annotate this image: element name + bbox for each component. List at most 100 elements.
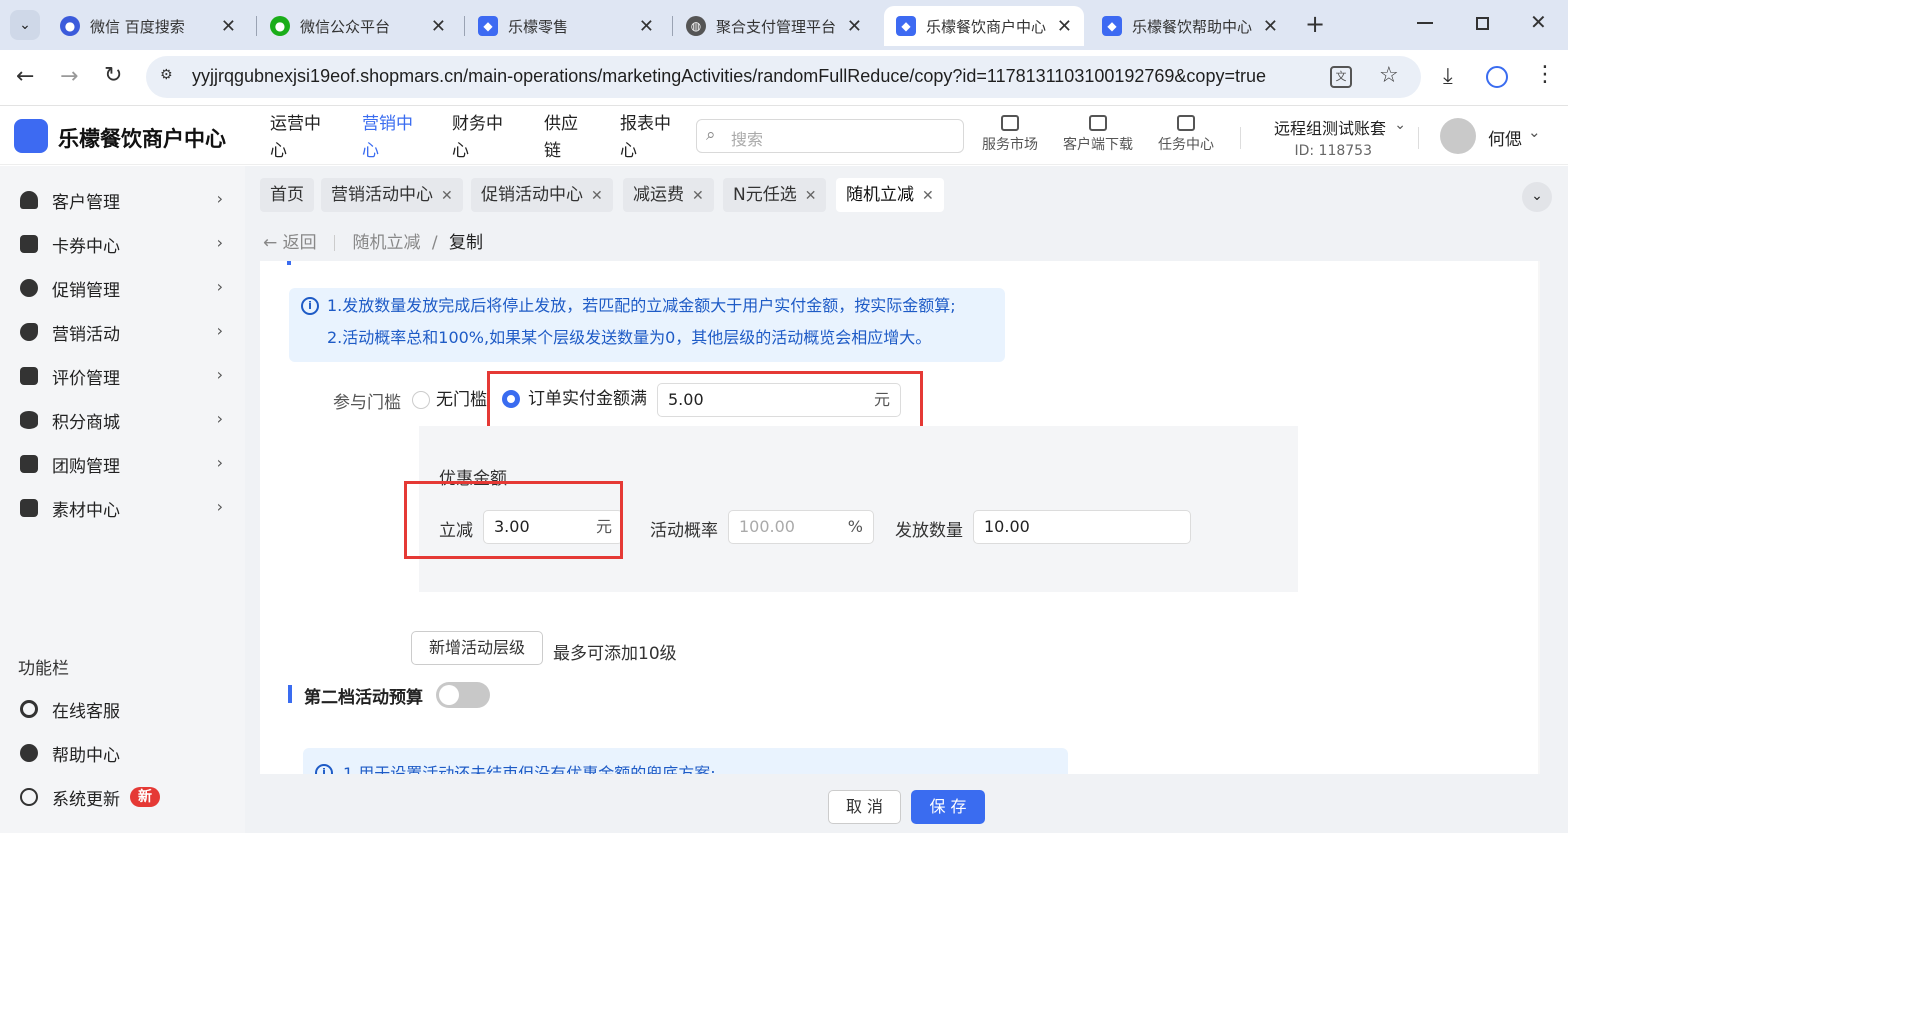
page-tab-marketing-center[interactable]: 营销活动中心 ✕: [321, 178, 463, 212]
save-button[interactable]: 保 存: [911, 790, 985, 824]
sidebar-item-points-mall[interactable]: 积分商城 ›: [0, 400, 245, 440]
restore-icon[interactable]: [1476, 17, 1489, 30]
task-center-button[interactable]: 任务中心: [1154, 115, 1218, 154]
close-icon[interactable]: ✕: [692, 188, 704, 204]
menu-icon[interactable]: ⋮: [1534, 62, 1556, 87]
tabs-dropdown-button[interactable]: ⌄: [1522, 182, 1552, 212]
user-name[interactable]: 何偲: [1488, 125, 1522, 150]
sidebar-item-customers[interactable]: 客户管理 ›: [0, 180, 245, 220]
account-switcher[interactable]: 远程组测试账套 ID: 118753 ⌄: [1262, 115, 1406, 159]
sidebar-item-label: 帮助中心: [52, 745, 120, 766]
nav-finance[interactable]: 财务中心: [452, 111, 510, 165]
site-info-icon[interactable]: ⚙: [160, 67, 178, 85]
search-input[interactable]: ⌕ 搜索: [696, 119, 964, 153]
page-tab-label: 促销活动中心: [481, 185, 583, 205]
nav-supply-chain[interactable]: 供应链: [544, 111, 584, 165]
page-tab-home[interactable]: 首页: [260, 178, 314, 212]
close-icon[interactable]: ✕: [1057, 16, 1072, 37]
translate-icon[interactable]: 文: [1330, 66, 1352, 88]
profile-icon[interactable]: [1486, 66, 1508, 88]
highlight-box: [404, 481, 623, 559]
tab-list-icon[interactable]: ⌄: [10, 10, 40, 40]
nav-operations[interactable]: 运营中心: [270, 111, 328, 165]
tag-icon: [20, 323, 38, 341]
minimize-icon[interactable]: [1417, 22, 1433, 24]
online-support[interactable]: 在线客服: [0, 689, 245, 729]
page-tab-random-reduce[interactable]: 随机立减 ✕: [836, 178, 944, 212]
bookmark-star-icon[interactable]: ☆: [1379, 63, 1399, 88]
nav-marketing[interactable]: 营销中心: [362, 111, 420, 165]
reload-icon[interactable]: ↻: [104, 63, 122, 88]
nav-reports[interactable]: 报表中心: [620, 111, 678, 165]
browser-tab-help[interactable]: ◆ 乐檬餐饮帮助中心 ✕: [1090, 6, 1290, 46]
cancel-button[interactable]: 取 消: [828, 790, 901, 824]
page-tab-promotion-center[interactable]: 促销活动中心 ✕: [471, 178, 613, 212]
avatar[interactable]: [1440, 118, 1476, 154]
page-tab-label: 减运费: [633, 185, 684, 205]
quantity-input[interactable]: 10.00: [973, 510, 1191, 544]
radio-label: 无门槛: [436, 390, 487, 410]
breadcrumb-parent[interactable]: 随机立减: [352, 233, 420, 253]
chevron-down-icon[interactable]: ⌄: [1528, 123, 1541, 141]
close-icon[interactable]: ✕: [221, 16, 236, 37]
browser-tab-wechat[interactable]: ● 微信公众平台 ✕: [258, 6, 458, 46]
page-tab-label: 首页: [270, 185, 304, 205]
input-placeholder: 100.00: [739, 517, 795, 536]
chevron-right-icon: ›: [216, 409, 223, 428]
help-icon: [20, 744, 38, 762]
system-update[interactable]: 系统更新 新: [0, 777, 245, 817]
chevron-right-icon: ›: [216, 277, 223, 296]
search-icon: ⌕: [706, 125, 716, 145]
chevron-right-icon: ›: [216, 189, 223, 208]
account-id: ID: 118753: [1294, 143, 1372, 159]
probability-input[interactable]: 100.00 %: [728, 510, 874, 544]
close-icon[interactable]: ✕: [639, 16, 654, 37]
chevron-right-icon: ›: [216, 365, 223, 384]
input-value: 10.00: [984, 517, 1030, 536]
close-icon[interactable]: ✕: [591, 188, 603, 204]
browser-tab-payment[interactable]: ◍ 聚合支付管理平台 ✕: [674, 6, 874, 46]
page-tab-n-yuan[interactable]: N元任选 ✕: [723, 178, 827, 212]
close-icon[interactable]: ✕: [441, 188, 453, 204]
browser-tab-lemeng-retail[interactable]: ◆ 乐檬零售 ✕: [466, 6, 666, 46]
close-icon[interactable]: ✕: [431, 16, 446, 37]
url-field[interactable]: ⚙ yyjjrqgubnexjsi19eof.shopmars.cn/main-…: [146, 56, 1421, 98]
sidebar-item-coupons[interactable]: 卡券中心 ›: [0, 224, 245, 264]
notice-line: 2.活动概率总和100%,如果某个层级发送数量为0，其他层级的活动概览会相应增大…: [327, 328, 932, 347]
window-close-icon[interactable]: ✕: [1530, 10, 1547, 34]
client-download-button[interactable]: 客户端下载: [1058, 115, 1138, 154]
radio-no-threshold[interactable]: 无门槛: [412, 385, 487, 410]
back-icon[interactable]: ←: [16, 64, 34, 89]
close-icon[interactable]: ✕: [805, 188, 817, 204]
new-tab-icon[interactable]: +: [1305, 10, 1325, 38]
back-link[interactable]: ← 返回: [263, 233, 317, 253]
sidebar-item-group-buy[interactable]: 团购管理 ›: [0, 444, 245, 484]
breadcrumb-current: 复制: [449, 233, 484, 253]
close-icon[interactable]: ✕: [922, 188, 934, 204]
browser-tab-baidu[interactable]: ● 微信 百度搜索 ✕: [48, 6, 248, 46]
address-bar: ← → ↻ ⚙ yyjjrqgubnexjsi19eof.shopmars.cn…: [0, 50, 1568, 106]
sidebar-item-label: 素材中心: [52, 500, 120, 521]
download-icon[interactable]: ⤓: [1443, 64, 1453, 89]
probability-label: 活动概率: [650, 521, 718, 541]
sidebar-item-materials[interactable]: 素材中心 ›: [0, 488, 245, 528]
sidebar-item-reviews[interactable]: 评价管理 ›: [0, 356, 245, 396]
browser-tab-merchant[interactable]: ◆ 乐檬餐饮商户中心 ✕: [884, 6, 1084, 46]
globe-icon: ◍: [686, 16, 706, 36]
page-tab-shipping[interactable]: 减运费 ✕: [623, 178, 714, 212]
forward-icon[interactable]: →: [60, 64, 78, 89]
breadcrumb: ← 返回 随机立减 / 复制: [263, 228, 483, 253]
service-market-button[interactable]: 服务市场: [978, 115, 1042, 154]
close-icon[interactable]: ✕: [847, 16, 862, 37]
sidebar-item-promotions[interactable]: 促销管理 ›: [0, 268, 245, 308]
help-center[interactable]: 帮助中心: [0, 733, 245, 773]
close-icon[interactable]: ✕: [1263, 16, 1278, 37]
sidebar-item-marketing[interactable]: 营销活动 ›: [0, 312, 245, 352]
info-notice-2: i 1.用于设置活动还未结束但没有优惠金额的兜底方案;: [303, 748, 1068, 774]
second-budget-toggle[interactable]: [436, 682, 490, 708]
browser-tab-bar: ⌄ ● 微信 百度搜索 ✕ ● 微信公众平台 ✕ ◆ 乐檬零售 ✕ ◍ 聚合支付…: [0, 0, 1568, 50]
user-icon: [20, 191, 38, 209]
add-tier-button[interactable]: 新增活动层级: [411, 631, 543, 665]
scrollbar[interactable]: [1538, 261, 1540, 774]
search-placeholder: 搜索: [731, 130, 764, 149]
